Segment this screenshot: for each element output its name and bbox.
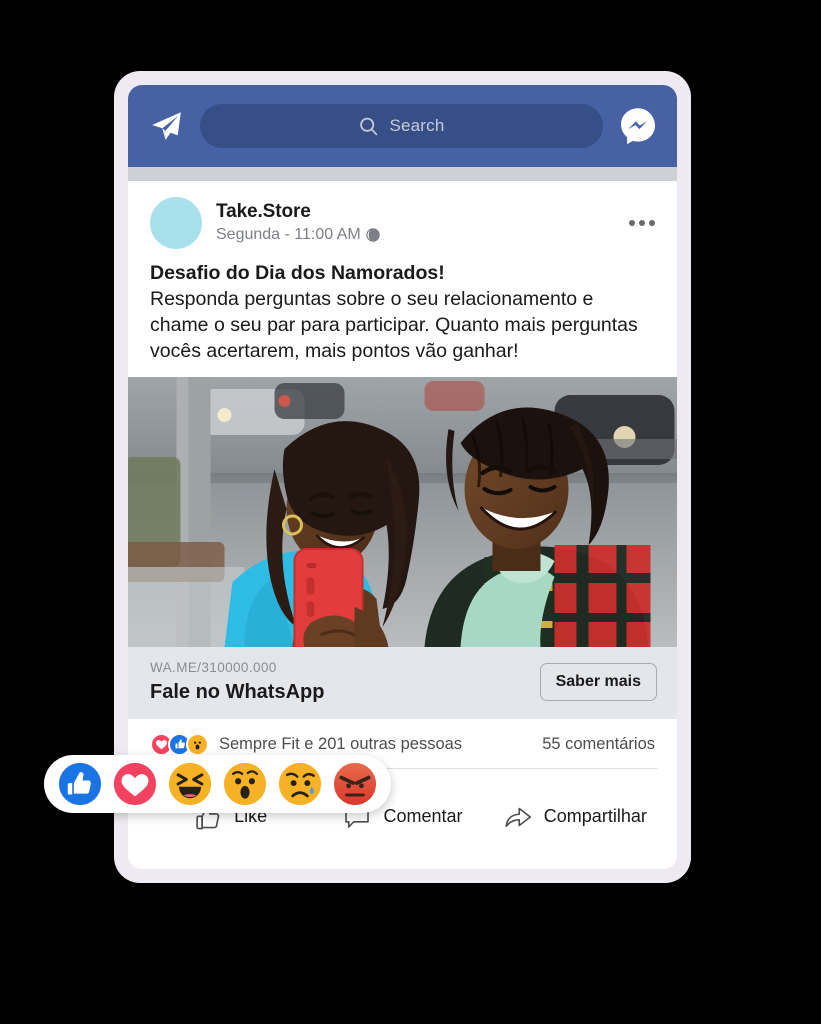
post-headline: Desafio do Dia dos Namorados! bbox=[150, 262, 445, 284]
search-icon bbox=[360, 117, 378, 135]
screen: Search Take.Store Segunda - 11:00 AM Des… bbox=[0, 0, 821, 1024]
post-text: Desafio do Dia dos Namorados! Responda p… bbox=[128, 255, 677, 377]
avatar[interactable] bbox=[150, 197, 202, 249]
link-attachment[interactable]: WA.ME/310000.000 Fale no WhatsApp Saber … bbox=[128, 646, 677, 719]
reaction-summary-icons[interactable] bbox=[150, 732, 209, 756]
reaction-wow-icon[interactable] bbox=[223, 762, 267, 806]
reaction-haha-icon[interactable] bbox=[168, 762, 212, 806]
reaction-angry-icon[interactable] bbox=[333, 762, 377, 806]
post-photo[interactable] bbox=[128, 376, 677, 647]
comments-count-label[interactable]: 55 comentários bbox=[542, 735, 655, 754]
link-attachment-text: WA.ME/310000.000 Fale no WhatsApp bbox=[150, 659, 528, 705]
reaction-like-icon[interactable] bbox=[58, 762, 102, 806]
share-arrow-icon bbox=[505, 807, 531, 828]
comment-button-label: Comentar bbox=[383, 806, 463, 827]
wow-badge-icon bbox=[186, 732, 209, 756]
messenger-icon[interactable] bbox=[617, 105, 659, 147]
globe-icon bbox=[365, 228, 380, 243]
post-more-options-icon[interactable] bbox=[627, 212, 657, 234]
share-button-label: Compartilhar bbox=[543, 806, 647, 827]
paper-plane-icon[interactable] bbox=[146, 106, 186, 146]
post-meta: Segunda - 11:00 AM bbox=[216, 225, 613, 246]
reaction-love-icon[interactable] bbox=[113, 762, 157, 806]
post-description: Responda perguntas sobre o seu relaciona… bbox=[150, 287, 638, 362]
share-button[interactable]: Compartilhar bbox=[489, 802, 661, 832]
reaction-people-label[interactable]: Sempre Fit e 201 outras pessoas bbox=[219, 735, 532, 754]
learn-more-button[interactable]: Saber mais bbox=[539, 662, 657, 701]
post-header-text: Take.Store Segunda - 11:00 AM bbox=[216, 200, 613, 246]
search-input[interactable]: Search bbox=[200, 104, 603, 148]
post-header: Take.Store Segunda - 11:00 AM bbox=[128, 181, 677, 255]
app-header: Search bbox=[128, 85, 677, 167]
app-window: Search Take.Store Segunda - 11:00 AM Des… bbox=[128, 85, 677, 869]
reaction-sad-icon[interactable] bbox=[278, 762, 322, 806]
link-url: WA.ME/310000.000 bbox=[150, 659, 277, 675]
post-timestamp: Segunda - 11:00 AM bbox=[216, 225, 361, 243]
search-placeholder: Search bbox=[389, 116, 445, 135]
header-divider-strip bbox=[128, 167, 677, 181]
link-title: Fale no WhatsApp bbox=[150, 680, 325, 703]
reaction-picker[interactable] bbox=[44, 755, 391, 813]
page-name[interactable]: Take.Store bbox=[216, 200, 613, 224]
